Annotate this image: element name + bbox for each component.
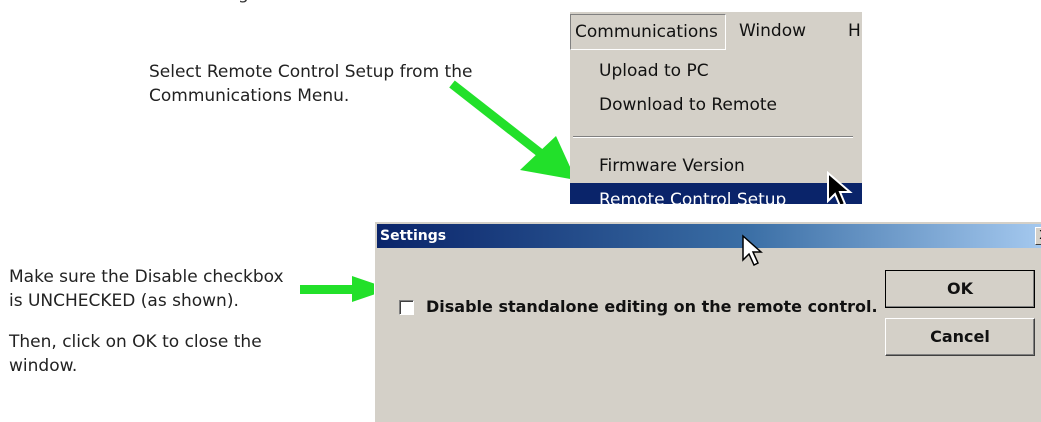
- menu-dropdown: Upload to PC Download to Remote Firmware…: [570, 50, 862, 204]
- menu-item-remote-control-setup[interactable]: Remote Control Setup: [570, 183, 862, 204]
- menubar-window[interactable]: Window: [733, 12, 812, 50]
- disable-editing-checkbox-label[interactable]: Disable standalone editing on the remote…: [426, 297, 878, 317]
- menu-item-firmware-version[interactable]: Firmware Version: [570, 149, 862, 183]
- menu-separator: [573, 136, 853, 138]
- instruction-fragment: g: [238, 0, 249, 6]
- menubar-help[interactable]: H: [842, 12, 862, 50]
- settings-dialog: Settings X Disable standalone editing on…: [374, 221, 1041, 422]
- instruction-ok-step: Then, click on OK to close the window.: [9, 330, 299, 378]
- disable-editing-checkbox[interactable]: [399, 300, 414, 315]
- mouse-cursor-icon: [742, 234, 763, 267]
- dialog-title: Settings: [380, 228, 447, 244]
- ok-button[interactable]: OK: [885, 270, 1035, 308]
- cancel-button[interactable]: Cancel: [885, 318, 1035, 356]
- menu-item-download-to-remote[interactable]: Download to Remote: [570, 88, 862, 122]
- close-button[interactable]: X: [1035, 227, 1041, 245]
- dialog-titlebar[interactable]: Settings X: [377, 224, 1041, 248]
- menu-item-upload-to-pc[interactable]: Upload to PC: [570, 54, 862, 88]
- communications-menu: Communications Window H Upload to PC Dow…: [570, 12, 862, 204]
- instruction-text: Make sure the Disable checkbox is UNCHEC…: [9, 267, 284, 311]
- instruction-text: Then, click on OK to close the window.: [9, 332, 262, 376]
- instruction-checkbox-step: Make sure the Disable checkbox is UNCHEC…: [9, 265, 299, 313]
- menu-bar: Communications Window H: [570, 12, 862, 51]
- green-arrow-icon: [449, 80, 576, 180]
- menubar-communications[interactable]: Communications: [570, 14, 726, 50]
- mouse-cursor-icon: [827, 171, 853, 204]
